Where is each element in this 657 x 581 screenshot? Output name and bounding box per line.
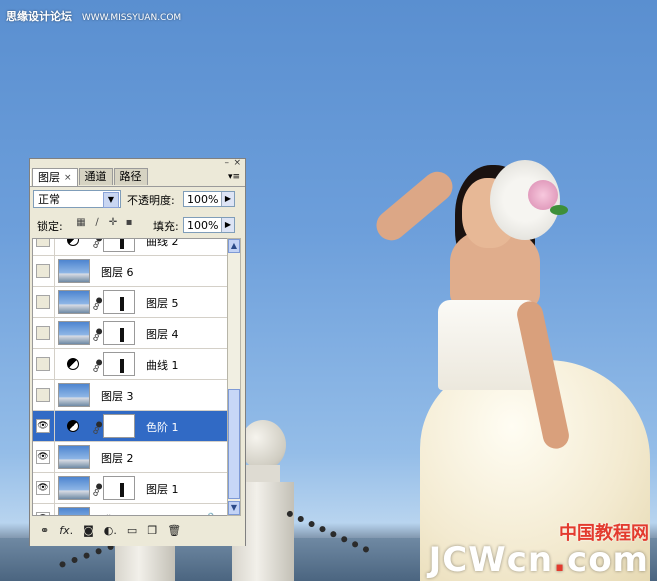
link-icon[interactable]: ⚭	[40, 524, 49, 537]
folder-icon[interactable]: ▭	[127, 524, 137, 537]
panel-tabs: 图层 × 通道 路径	[32, 168, 149, 186]
layer-row[interactable]: 8 图层 4	[33, 318, 227, 349]
layer-name: 图层 2	[101, 452, 134, 465]
visibility-toggle[interactable]	[36, 388, 50, 402]
tab-layers[interactable]: 图层 ×	[32, 168, 78, 186]
opacity-input[interactable]: 100% ▶	[183, 191, 235, 207]
layer-name: 图层 5	[146, 297, 179, 310]
layer-name: 背景	[101, 512, 123, 515]
opacity-label: 不透明度:	[127, 194, 175, 207]
mask-link-icon[interactable]: 8	[90, 239, 104, 252]
scroll-thumb[interactable]	[228, 389, 240, 499]
layer-mask-thumbnail[interactable]	[103, 476, 135, 500]
lock-icons: ▦ ∕ ✛ ▪	[75, 217, 135, 229]
mask-link-icon[interactable]: 8	[90, 327, 104, 345]
layer-thumbnail	[58, 445, 90, 469]
layer-row[interactable]: 图层 6	[33, 256, 227, 287]
lock-label: 锁定:	[37, 220, 63, 233]
fill-input[interactable]: 100% ▶	[183, 217, 235, 233]
layers-scrollbar[interactable]: ▲ ▼	[227, 238, 241, 516]
layer-name: 色阶 1	[146, 421, 179, 434]
chevron-right-icon[interactable]: ▶	[221, 218, 234, 232]
mask-link-icon[interactable]: 8	[90, 420, 104, 438]
fx-icon[interactable]: fx.	[59, 524, 73, 537]
lock-move-icon[interactable]: ✛	[107, 217, 119, 229]
visibility-toggle[interactable]	[36, 239, 50, 247]
layer-row[interactable]: 8 曲线 2	[33, 238, 227, 269]
layer-name: 图层 6	[101, 266, 134, 279]
blend-mode-select[interactable]: 正常 ▼	[33, 190, 121, 208]
eye-icon[interactable]: 👁	[36, 512, 50, 515]
layer-thumbnail	[58, 476, 90, 500]
mask-link-icon[interactable]: 8	[90, 296, 104, 314]
layer-mask-thumbnail[interactable]	[103, 352, 135, 376]
chevron-down-icon[interactable]: ▼	[103, 192, 119, 208]
layers-list: 8 曲线 2 图层 6 8 图层 5 8 图层 4 8 曲线 1 图层 3 👁 8 色阶 1 👁 图层 2 👁…	[32, 238, 228, 516]
layer-thumbnail	[58, 290, 90, 314]
mask-link-icon[interactable]: 8	[90, 358, 104, 376]
visibility-toggle[interactable]	[36, 357, 50, 371]
lock-brush-icon[interactable]: ∕	[91, 217, 103, 229]
watermark-url: WWW.MISSYUAN.COM	[81, 13, 182, 23]
visibility-toggle[interactable]	[36, 264, 50, 278]
layers-panel: – × 图层 × 通道 路径 ▾≡ 正常 ▼ 不透明度: 100% ▶ 锁定: ▦ …	[29, 158, 246, 546]
watermark-bottom: 中国教程网 JCWcn.com	[428, 525, 649, 580]
watermark-top: 思缘设计论坛 WWW.MISSYUAN.COM	[6, 8, 181, 24]
layer-row[interactable]: 8 曲线 1	[33, 349, 227, 380]
panel-bottombar: ⚭ fx. ◙ ◐. ▭ ❐ 🗑	[30, 517, 245, 543]
layer-name: 图层 1	[146, 483, 179, 496]
watermark-site: 思缘设计论坛	[6, 10, 72, 23]
lock-icon: 🔒	[205, 513, 217, 515]
close-icon[interactable]: ×	[233, 159, 241, 168]
layer-name: 曲线 1	[146, 359, 179, 372]
adjustment-icon[interactable]: ◐.	[104, 524, 117, 537]
blend-row: 正常 ▼ 不透明度: 100% ▶	[33, 190, 243, 210]
layer-mask-thumbnail[interactable]	[103, 321, 135, 345]
layer-name: 曲线 2	[146, 238, 179, 248]
lock-row: 锁定: ▦ ∕ ✛ ▪ 填充: 100% ▶	[33, 215, 243, 235]
mask-link-icon[interactable]: 8	[90, 482, 104, 500]
adjustment-layer-icon	[67, 239, 79, 246]
bride-figure	[370, 160, 650, 581]
layer-mask-thumbnail[interactable]	[103, 290, 135, 314]
layer-row[interactable]: 👁 图层 2	[33, 442, 227, 473]
eye-icon[interactable]: 👁	[36, 450, 50, 464]
scroll-down-icon[interactable]: ▼	[228, 501, 240, 515]
watermark-en: JCWcn.com	[428, 540, 649, 580]
panel-menu-icon[interactable]: ▾≡	[228, 172, 242, 184]
layer-thumbnail	[58, 507, 90, 515]
layer-mask-thumbnail[interactable]	[103, 414, 135, 438]
tab-paths[interactable]: 路径	[113, 168, 148, 185]
layer-row[interactable]: 👁 背景 🔒	[33, 504, 227, 515]
adjustment-layer-icon	[67, 420, 79, 432]
layer-thumbnail	[58, 321, 90, 345]
tab-channels[interactable]: 通道	[78, 168, 113, 185]
scroll-up-icon[interactable]: ▲	[228, 239, 240, 253]
layer-thumbnail	[58, 383, 90, 407]
lock-transparency-icon[interactable]: ▦	[75, 217, 87, 229]
trash-icon[interactable]: 🗑	[167, 524, 181, 537]
layer-mask-thumbnail[interactable]	[103, 239, 135, 252]
lock-all-icon[interactable]: ▪	[123, 217, 135, 229]
layer-row[interactable]: 图层 3	[33, 380, 227, 411]
panel-body: 正常 ▼ 不透明度: 100% ▶ 锁定: ▦ ∕ ✛ ▪ 填充: 100% ▶ 8…	[30, 186, 245, 546]
layer-row[interactable]: 👁 8 图层 1	[33, 473, 227, 504]
new-layer-icon[interactable]: ❐	[147, 524, 157, 537]
minimize-icon[interactable]: –	[225, 159, 230, 168]
layer-name: 图层 3	[101, 390, 134, 403]
chevron-right-icon[interactable]: ▶	[221, 192, 234, 206]
eye-icon[interactable]: 👁	[36, 419, 50, 433]
adjustment-layer-icon	[67, 358, 79, 370]
fill-label: 填充:	[153, 220, 179, 233]
tab-close-icon[interactable]: ×	[64, 170, 72, 186]
mask-icon[interactable]: ◙	[83, 524, 94, 537]
visibility-toggle[interactable]	[36, 295, 50, 309]
layer-name: 图层 4	[146, 328, 179, 341]
layer-row[interactable]: 8 图层 5	[33, 287, 227, 318]
visibility-toggle[interactable]	[36, 326, 50, 340]
layer-thumbnail	[58, 259, 90, 283]
layer-row[interactable]: 👁 8 色阶 1	[33, 411, 227, 442]
eye-icon[interactable]: 👁	[36, 481, 50, 495]
